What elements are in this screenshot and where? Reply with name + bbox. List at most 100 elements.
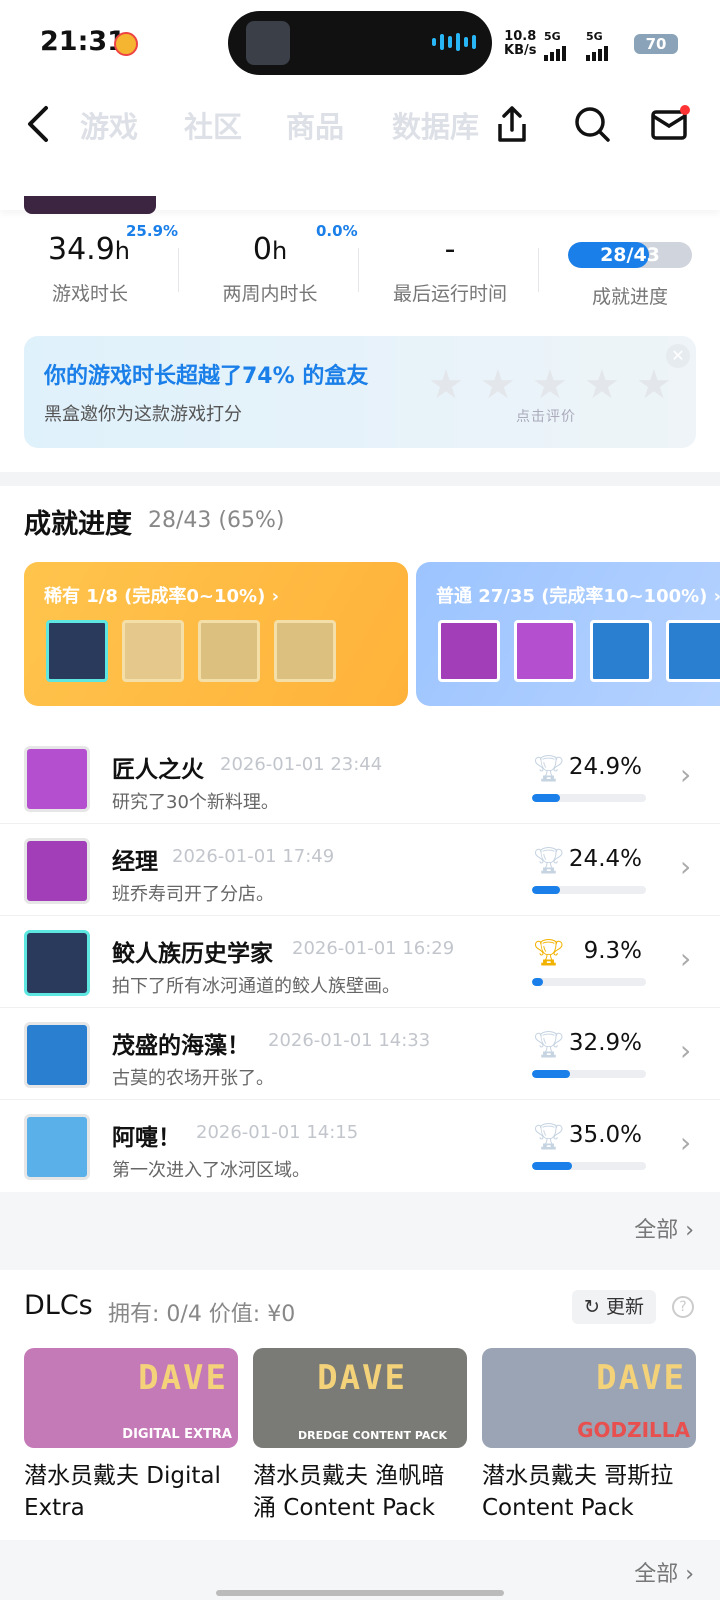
achievements-summary: 28/43 (65%) bbox=[148, 508, 285, 533]
achievement-percent: 35.0% bbox=[568, 1122, 642, 1148]
achievement-rate-bar bbox=[532, 794, 646, 802]
signal-icon: 5G bbox=[544, 30, 566, 61]
dlc-all-button[interactable]: 全部 › bbox=[634, 1556, 694, 1588]
trophy-gold-icon: 🏆︎ bbox=[532, 938, 566, 968]
achievement-icon-locked[interactable] bbox=[274, 620, 336, 682]
achievement-rate-bar bbox=[532, 1070, 646, 1078]
chevron-right-icon: › bbox=[680, 1034, 692, 1067]
achievements-all-button[interactable]: 全部 › bbox=[634, 1212, 694, 1244]
tab-community[interactable]: 社区 bbox=[184, 104, 242, 146]
dlc-cover[interactable]: DAVE GODZILLA bbox=[482, 1348, 696, 1448]
dlc-cover[interactable]: DAVE DREDGE CONTENT PACK bbox=[253, 1348, 467, 1448]
achievement-percent: 32.9% bbox=[568, 1030, 642, 1056]
star-icon[interactable]: ★ bbox=[636, 362, 672, 408]
signal-icon: 5G bbox=[586, 30, 608, 61]
dlc-summary: 拥有: 0/4 价值: ¥0 bbox=[108, 1302, 296, 1327]
search-icon[interactable] bbox=[572, 104, 612, 148]
tab-goods[interactable]: 商品 bbox=[286, 104, 344, 146]
achievements-title: 成就进度 bbox=[24, 509, 132, 540]
achievement-icon[interactable] bbox=[514, 620, 576, 682]
close-icon[interactable]: ✕ bbox=[666, 344, 690, 368]
star-icon[interactable]: ★ bbox=[532, 362, 568, 408]
chevron-right-icon: › bbox=[680, 942, 692, 975]
rare-tier-card[interactable]: 稀有 1/8 (完成率0~10%) › bbox=[24, 562, 408, 706]
back-icon[interactable] bbox=[24, 104, 56, 148]
mail-icon[interactable] bbox=[650, 104, 690, 148]
achievement-desc: 研究了30个新料理。 bbox=[112, 792, 279, 813]
achievement-rate-bar bbox=[532, 978, 646, 986]
achievement-icon[interactable] bbox=[590, 620, 652, 682]
achievement-date: 2026-01-01 23:44 bbox=[220, 754, 383, 775]
help-icon[interactable]: ? bbox=[672, 1296, 694, 1318]
achievement-icon[interactable] bbox=[46, 620, 108, 682]
trophy-icon: 🏆︎ bbox=[532, 754, 566, 784]
achievement-row[interactable]: 阿嚏！ 2026-01-01 14:15 第一次进入了冰河区域。 🏆︎ 35.0… bbox=[0, 1100, 720, 1192]
share-icon[interactable] bbox=[492, 104, 532, 148]
dlc-update-button[interactable]: ↻ 更新 bbox=[572, 1290, 656, 1324]
achievement-date: 2026-01-01 16:29 bbox=[292, 938, 455, 959]
status-time: 21:31 bbox=[40, 26, 126, 57]
achievement-name: 经理 bbox=[112, 849, 158, 875]
star-icon[interactable]: ★ bbox=[480, 362, 516, 408]
achievement-percent: 24.4% bbox=[568, 846, 642, 872]
rare-tier-label: 稀有 1/8 (完成率0~10%) › bbox=[44, 586, 279, 607]
achievements-all-row: 全部 › bbox=[0, 1192, 720, 1264]
achievement-icon-locked[interactable] bbox=[198, 620, 260, 682]
rating-title: 你的游戏时长超越了74% 的盒友 bbox=[44, 364, 369, 389]
dlc-name[interactable]: 潜水员戴夫 渔帆暗涌 Content Pack bbox=[253, 1460, 467, 1524]
achievement-desc: 第一次进入了冰河区域。 bbox=[112, 1160, 310, 1181]
achievement-icon[interactable] bbox=[666, 620, 720, 682]
achievement-name: 茂盛的海藻！ bbox=[112, 1033, 250, 1059]
section-divider bbox=[0, 472, 720, 486]
tab-database[interactable]: 数据库 bbox=[392, 104, 479, 146]
divider bbox=[538, 248, 539, 292]
achievement-icon[interactable] bbox=[438, 620, 500, 682]
achievement-row[interactable]: 茂盛的海藻！ 2026-01-01 14:33 古莫的农场开张了。 🏆︎ 32.… bbox=[0, 1008, 720, 1100]
trophy-icon: 🏆︎ bbox=[532, 1030, 566, 1060]
trophy-icon: 🏆︎ bbox=[532, 1122, 566, 1152]
section-divider bbox=[0, 1264, 720, 1270]
chevron-right-icon: › bbox=[680, 1126, 692, 1159]
achievement-date: 2026-01-01 17:49 bbox=[172, 846, 335, 867]
status-bar: 21:31 10.8 KB/s 5G 5G 70 bbox=[0, 0, 720, 90]
stat-last-run: - 最后运行时间 bbox=[392, 232, 507, 305]
common-tier-label: 普通 27/35 (完成率10~100%) › bbox=[436, 586, 720, 607]
achievement-icon-locked[interactable] bbox=[122, 620, 184, 682]
dlc-name[interactable]: 潜水员戴夫 Digital Extra bbox=[24, 1460, 238, 1524]
dynamic-island[interactable] bbox=[228, 11, 492, 75]
stat-playtime-percent: 25.9% bbox=[126, 222, 179, 240]
dlc-name[interactable]: 潜水员戴夫 哥斯拉 Content Pack bbox=[482, 1460, 696, 1524]
stat-playtime: 34.9h 25.9% 游戏时长 bbox=[47, 222, 179, 305]
achievement-date: 2026-01-01 14:33 bbox=[268, 1030, 431, 1051]
achievement-row[interactable]: 鲛人族历史学家 2026-01-01 16:29 拍下了所有冰河通道的鲛人族壁画… bbox=[0, 916, 720, 1008]
star-icon[interactable]: ★ bbox=[428, 362, 464, 408]
notification-app-icon bbox=[114, 32, 138, 56]
chevron-right-icon: › bbox=[680, 758, 692, 791]
common-tier-card[interactable]: 普通 27/35 (完成率10~100%) › bbox=[416, 562, 720, 706]
rating-subtitle: 黑盒邀你为这款游戏打分 bbox=[44, 404, 242, 425]
stat-two-weeks: 0h 0.0% 两周内时长 bbox=[222, 222, 358, 305]
achievement-desc: 班乔寿司开了分店。 bbox=[112, 884, 274, 905]
home-indicator[interactable] bbox=[216, 1590, 504, 1596]
star-icon[interactable]: ★ bbox=[584, 362, 620, 408]
achievement-name: 阿嚏！ bbox=[112, 1125, 181, 1151]
dlc-cover[interactable]: DAVE DIGITAL EXTRA bbox=[24, 1348, 238, 1448]
achievement-row[interactable]: 经理 2026-01-01 17:49 班乔寿司开了分店。 🏆︎ 24.4% › bbox=[0, 824, 720, 916]
rating-hint: 点击评价 bbox=[516, 409, 576, 425]
rating-card[interactable]: 你的游戏时长超越了74% 的盒友 黑盒邀你为这款游戏打分 ★ ★ ★ ★ ★ 点… bbox=[24, 336, 696, 448]
achievement-date: 2026-01-01 14:15 bbox=[196, 1122, 359, 1143]
achievement-icon bbox=[24, 746, 90, 812]
achievement-desc: 拍下了所有冰河通道的鲛人族壁画。 bbox=[112, 976, 400, 997]
achievement-percent: 24.9% bbox=[568, 754, 642, 780]
achievement-name: 鲛人族历史学家 bbox=[112, 941, 273, 967]
divider bbox=[358, 248, 359, 292]
dlc-title: DLCs bbox=[24, 1290, 93, 1321]
tab-games[interactable]: 游戏 bbox=[80, 104, 138, 146]
achievement-rate-bar bbox=[532, 1162, 646, 1170]
stat-two-weeks-percent: 0.0% bbox=[316, 222, 358, 240]
achievement-icon bbox=[24, 930, 90, 996]
net-speed: 10.8 KB/s bbox=[504, 29, 537, 58]
divider bbox=[178, 248, 179, 292]
achievement-row[interactable]: 匠人之火 2026-01-01 23:44 研究了30个新料理。 🏆︎ 24.9… bbox=[0, 732, 720, 824]
achievement-name: 匠人之火 bbox=[112, 757, 204, 783]
